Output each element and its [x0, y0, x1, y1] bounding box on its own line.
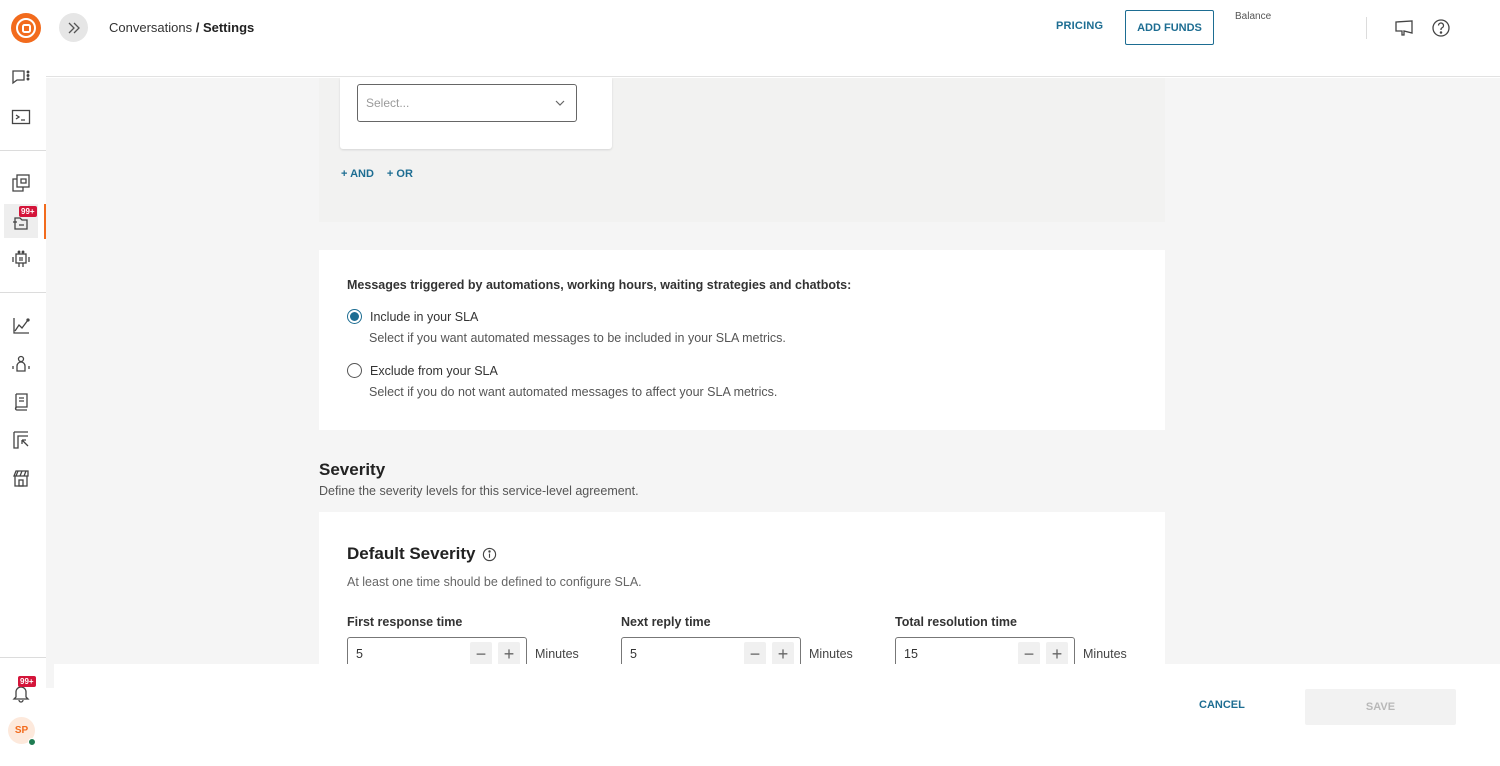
sidebar-divider — [0, 150, 46, 151]
include-sla-option[interactable]: Include in your SLA — [347, 309, 478, 324]
increment-button[interactable]: + — [1046, 642, 1068, 664]
chart-icon — [13, 318, 30, 334]
next-reply-input[interactable]: 5 − + — [621, 637, 801, 664]
decrement-button[interactable]: − — [470, 642, 492, 664]
total-resolution-input[interactable]: 15 − + — [895, 637, 1075, 664]
exclude-sla-option[interactable]: Exclude from your SLA — [347, 363, 498, 378]
sidebar-item-knowledge[interactable] — [4, 385, 38, 419]
chat-icon — [12, 70, 30, 85]
first-response-label: First response time — [347, 615, 463, 629]
decrement-button[interactable]: − — [744, 642, 766, 664]
breadcrumb-parent[interactable]: Conversations — [109, 20, 192, 35]
footer-actions: CANCEL SAVE — [54, 664, 1500, 766]
sidebar-item-conversations[interactable] — [4, 61, 38, 95]
add-or-button[interactable]: + OR — [387, 168, 413, 180]
balance-label: Balance — [1235, 11, 1272, 22]
sidebar-item-templates[interactable] — [4, 166, 38, 200]
exclude-sla-description: Select if you do not want automated mess… — [369, 385, 778, 399]
sidebar-item-marketplace[interactable] — [4, 461, 38, 495]
default-severity-description: At least one time should be defined to c… — [347, 575, 642, 589]
sidebar-item-console[interactable] — [4, 100, 38, 134]
next-reply-value: 5 — [630, 647, 637, 661]
next-reply-field: Next reply time 5 − + Minutes — [621, 615, 853, 664]
default-severity-title: Default Severity — [347, 544, 497, 564]
condition-card: Select... — [340, 78, 612, 149]
total-resolution-label: Total resolution time — [895, 615, 1017, 629]
breadcrumb: Conversations / Settings — [109, 20, 254, 35]
header: Conversations / Settings PRICING ADD FUN… — [46, 0, 1500, 77]
terminal-icon — [11, 109, 31, 125]
help-button[interactable] — [1429, 16, 1453, 40]
robot-icon — [12, 250, 30, 267]
help-icon — [1432, 19, 1450, 37]
sidebar-item-analytics[interactable] — [4, 309, 38, 343]
total-resolution-field: Total resolution time 15 − + Minutes — [895, 615, 1127, 664]
chevron-down-icon — [554, 96, 566, 114]
header-divider — [1366, 17, 1367, 39]
breadcrumb-separator: / — [192, 20, 203, 35]
footer-edge — [46, 664, 54, 688]
decrement-button[interactable]: − — [1018, 642, 1040, 664]
default-severity-card: Default Severity At least one time shoul… — [319, 512, 1165, 664]
sidebar-divider — [0, 292, 46, 293]
next-reply-unit: Minutes — [809, 647, 853, 661]
automated-messages-title: Messages triggered by automations, worki… — [347, 278, 852, 292]
breadcrumb-current: Settings — [202, 20, 255, 35]
add-funds-button[interactable]: ADD FUNDS — [1125, 10, 1214, 45]
inbox-badge: 99+ — [19, 206, 37, 217]
first-response-field: First response time 5 − + Minutes — [347, 615, 579, 664]
logic-buttons: + AND + OR — [341, 168, 413, 180]
include-sla-label: Include in your SLA — [370, 309, 479, 324]
exclude-sla-radio[interactable] — [347, 363, 362, 378]
severity-description: Define the severity levels for this serv… — [319, 484, 639, 498]
total-resolution-unit: Minutes — [1083, 647, 1127, 661]
exclude-sla-label: Exclude from your SLA — [370, 363, 498, 378]
default-severity-heading: Default Severity — [347, 544, 476, 563]
online-status-dot — [28, 738, 36, 746]
expand-sidebar-button[interactable] — [59, 13, 88, 42]
megaphone-icon — [1395, 20, 1413, 36]
condition-select[interactable]: Select... — [357, 84, 577, 122]
save-button[interactable]: SAVE — [1305, 689, 1456, 725]
book-icon — [14, 393, 28, 411]
increment-button[interactable]: + — [498, 642, 520, 664]
sidebar: 99+ 99+ SP — [0, 0, 46, 766]
announcements-button[interactable] — [1392, 16, 1416, 40]
automated-messages-card: Messages triggered by automations, worki… — [319, 250, 1165, 430]
main-content: Select... + AND + OR Messages triggered … — [46, 78, 1500, 664]
first-response-unit: Minutes — [535, 647, 579, 661]
people-icon — [12, 355, 30, 372]
sidebar-item-apps[interactable] — [4, 423, 38, 457]
copy-icon — [12, 174, 30, 192]
total-resolution-value: 15 — [904, 647, 918, 661]
double-chevron-right-icon — [68, 22, 80, 33]
include-sla-description: Select if you want automated messages to… — [369, 331, 786, 345]
apps-icon — [13, 431, 29, 449]
logo[interactable] — [11, 13, 41, 43]
sidebar-item-people[interactable] — [4, 347, 38, 381]
include-sla-radio[interactable] — [347, 309, 362, 324]
notifications-badge: 99+ — [18, 676, 36, 687]
select-placeholder: Select... — [366, 96, 410, 110]
first-response-value: 5 — [356, 647, 363, 661]
first-response-input[interactable]: 5 − + — [347, 637, 527, 664]
cancel-button[interactable]: CANCEL — [1199, 699, 1245, 711]
add-and-button[interactable]: + AND — [341, 168, 374, 180]
increment-button[interactable]: + — [772, 642, 794, 664]
pricing-link[interactable]: PRICING — [1056, 20, 1103, 32]
store-icon — [13, 470, 29, 487]
sidebar-item-chatbots[interactable] — [4, 242, 38, 276]
app: 99+ 99+ SP Conversations / Settings PRIC… — [0, 0, 1500, 766]
sidebar-divider — [0, 657, 46, 658]
info-icon[interactable] — [482, 547, 497, 562]
next-reply-label: Next reply time — [621, 615, 711, 629]
conditions-block: Select... + AND + OR — [319, 78, 1165, 222]
severity-title: Severity — [319, 460, 386, 479]
